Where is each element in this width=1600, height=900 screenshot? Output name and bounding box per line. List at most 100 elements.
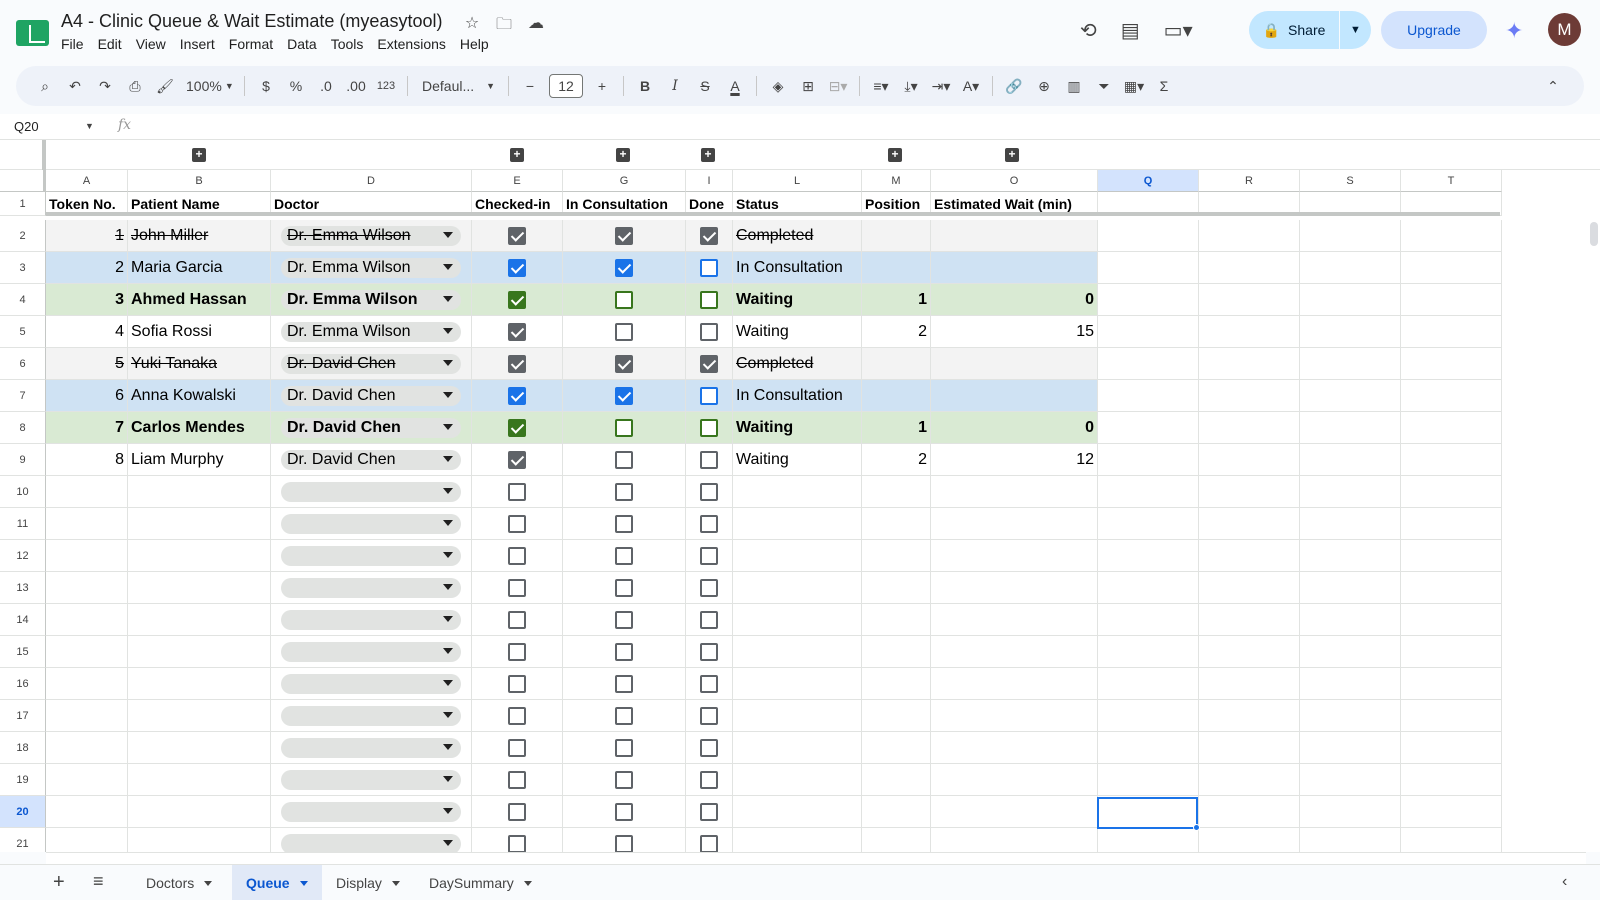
empty-cell[interactable] (1401, 764, 1502, 796)
checkbox-unchecked[interactable] (508, 482, 526, 501)
empty-cell[interactable] (931, 796, 1098, 828)
empty-cell[interactable] (1300, 828, 1401, 852)
empty-cell[interactable] (1199, 828, 1300, 852)
menu-edit[interactable]: Edit (98, 36, 122, 52)
checkbox-checked[interactable] (615, 386, 633, 405)
checked_in-cell[interactable] (472, 348, 563, 380)
column-header-a[interactable]: A (46, 170, 128, 192)
empty-cell[interactable] (1098, 828, 1199, 852)
empty-cell[interactable] (128, 796, 271, 828)
empty-cell[interactable] (271, 732, 472, 764)
dropdown-arrow-icon[interactable] (443, 231, 453, 238)
empty-cell[interactable] (1098, 668, 1199, 700)
sheet-tab-daysummary[interactable]: DaySummary (415, 865, 546, 900)
empty-cell[interactable] (128, 732, 271, 764)
chevron-down-icon[interactable] (391, 880, 400, 886)
empty-cell[interactable] (472, 508, 563, 540)
empty-cell[interactable] (128, 572, 271, 604)
doctor-dropdown[interactable] (281, 577, 461, 598)
checkbox-unchecked[interactable] (615, 450, 633, 469)
checkbox-unchecked[interactable] (508, 738, 526, 757)
empty-cell[interactable] (931, 764, 1098, 796)
empty-cell[interactable] (1098, 540, 1199, 572)
checkbox-unchecked[interactable] (700, 258, 718, 277)
empty-cell[interactable] (1300, 540, 1401, 572)
dropdown-arrow-icon[interactable] (443, 615, 453, 622)
checked_in-cell[interactable] (472, 220, 563, 252)
empty-cell[interactable] (46, 828, 128, 852)
row-number[interactable]: 17 (0, 700, 46, 732)
cloud-status-icon[interactable]: ☁ (526, 13, 546, 40)
patient-cell[interactable]: Anna Kowalski (128, 380, 271, 412)
add-sheet-button[interactable]: + (53, 871, 65, 894)
status-cell[interactable]: Waiting (733, 316, 862, 348)
empty-cell[interactable] (1199, 636, 1300, 668)
empty-cell[interactable] (931, 540, 1098, 572)
checkbox-checked[interactable] (508, 290, 526, 309)
empty-cell[interactable] (46, 636, 128, 668)
checked_in-cell[interactable] (472, 444, 563, 476)
checkbox-unchecked[interactable] (615, 546, 633, 565)
empty-cell[interactable] (1199, 412, 1300, 444)
version-history-icon[interactable]: ⟲ (1080, 18, 1097, 43)
vertical-scrollbar[interactable] (1586, 212, 1600, 852)
empty-cell[interactable] (563, 764, 686, 796)
font-size-input[interactable]: 12 (549, 74, 583, 98)
row-number[interactable]: 10 (0, 476, 46, 508)
text-rotation-icon[interactable]: A▾ (956, 72, 986, 100)
menu-file[interactable]: File (61, 36, 84, 52)
empty-cell[interactable] (931, 700, 1098, 732)
dropdown-arrow-icon[interactable] (443, 359, 453, 366)
empty-cell[interactable] (1401, 540, 1502, 572)
empty-cell[interactable] (686, 604, 733, 636)
wait-cell[interactable] (931, 220, 1098, 252)
empty-cell[interactable] (46, 604, 128, 636)
row-number[interactable]: 15 (0, 636, 46, 668)
checkbox-unchecked[interactable] (700, 706, 718, 725)
column-header-o[interactable]: O (931, 170, 1098, 192)
position-cell[interactable]: 2 (862, 444, 931, 476)
doctor-dropdown[interactable] (281, 513, 461, 534)
empty-cell[interactable] (1199, 476, 1300, 508)
row-number[interactable]: 6 (0, 348, 46, 380)
empty-cell[interactable] (563, 732, 686, 764)
checkbox-unchecked[interactable] (508, 642, 526, 661)
checked_in-cell[interactable] (472, 380, 563, 412)
done-cell[interactable] (686, 444, 733, 476)
chevron-down-icon[interactable]: ▼ (85, 121, 94, 131)
empty-cell[interactable] (271, 476, 472, 508)
dropdown-arrow-icon[interactable] (443, 551, 453, 558)
checkbox-unchecked[interactable] (615, 642, 633, 661)
expand-group-icon[interactable]: + (192, 148, 206, 162)
empty-cell[interactable] (1300, 252, 1401, 284)
empty-cell[interactable] (733, 540, 862, 572)
row-number[interactable]: 2 (0, 220, 46, 252)
checkbox-unchecked[interactable] (700, 610, 718, 629)
empty-cell[interactable] (686, 668, 733, 700)
checkbox-unchecked[interactable] (615, 514, 633, 533)
empty-cell[interactable] (1098, 348, 1199, 380)
empty-cell[interactable] (1098, 732, 1199, 764)
row-number[interactable]: 18 (0, 732, 46, 764)
expand-group-icon[interactable]: + (510, 148, 524, 162)
dropdown-arrow-icon[interactable] (443, 679, 453, 686)
empty-cell[interactable] (46, 572, 128, 604)
empty-cell[interactable] (862, 828, 931, 852)
empty-cell[interactable] (686, 636, 733, 668)
column-header-l[interactable]: L (733, 170, 862, 192)
sheets-logo-icon[interactable] (16, 20, 49, 46)
checkbox-unchecked[interactable] (700, 546, 718, 565)
checkbox-unchecked[interactable] (508, 834, 526, 852)
expand-group-icon[interactable]: + (701, 148, 715, 162)
empty-cell[interactable] (931, 828, 1098, 852)
empty-cell[interactable] (686, 796, 733, 828)
empty-cell[interactable] (1098, 636, 1199, 668)
dropdown-arrow-icon[interactable] (443, 391, 453, 398)
status-cell[interactable]: In Consultation (733, 380, 862, 412)
checkbox-unchecked[interactable] (615, 834, 633, 852)
dropdown-arrow-icon[interactable] (443, 327, 453, 334)
dropdown-arrow-icon[interactable] (443, 423, 453, 430)
empty-cell[interactable] (1199, 444, 1300, 476)
empty-cell[interactable] (1401, 380, 1502, 412)
empty-cell[interactable] (862, 636, 931, 668)
